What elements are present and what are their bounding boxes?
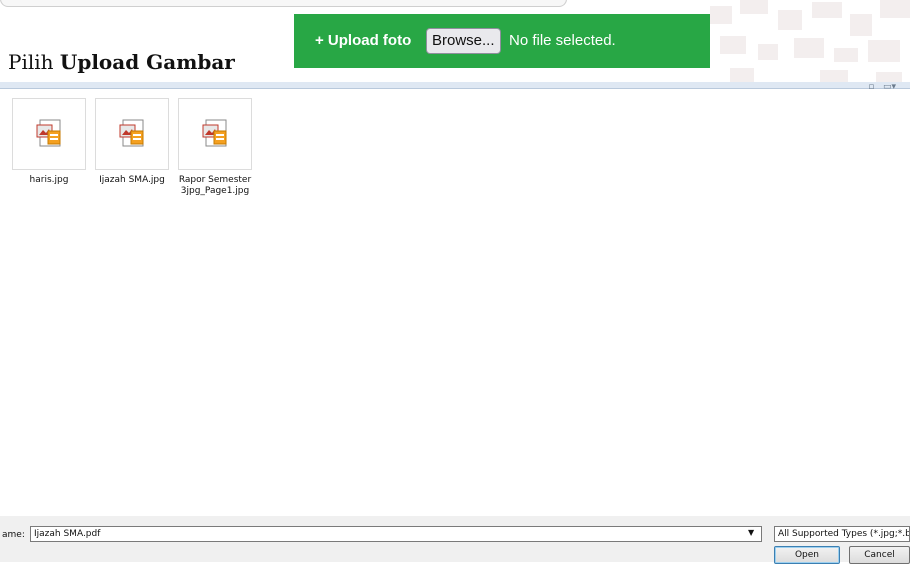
upload-photo-label: + Upload foto bbox=[315, 32, 412, 49]
file-type-select[interactable]: All Supported Types (*.jpg;*.bm bbox=[774, 526, 910, 542]
file-name-input[interactable]: Ijazah SMA.pdf bbox=[30, 526, 762, 542]
cancel-button[interactable]: Cancel bbox=[849, 546, 910, 564]
decorative-pattern bbox=[700, 0, 910, 90]
upload-bar: + Upload foto Browse... No file selected… bbox=[294, 14, 710, 68]
dialog-toolbar-edge bbox=[0, 82, 910, 89]
file-name-label: haris.jpg bbox=[29, 175, 69, 185]
file-thumbnail bbox=[95, 98, 169, 170]
caption-prefix: Pilih bbox=[8, 50, 60, 74]
file-status-text: No file selected. bbox=[509, 32, 616, 49]
file-thumbnail bbox=[178, 98, 252, 170]
file-name-label: Rapor Semester 3jpg_Page1.jpg bbox=[178, 175, 252, 196]
file-item[interactable]: Rapor Semester 3jpg_Page1.jpg bbox=[170, 98, 260, 196]
file-list-pane[interactable]: haris.jpg Ijazah SMA.jpg Rapor Semester … bbox=[0, 90, 910, 515]
chevron-down-icon[interactable]: ▼ bbox=[748, 528, 754, 537]
open-button[interactable]: Open bbox=[774, 546, 840, 564]
file-name-label: Ijazah SMA.jpg bbox=[99, 175, 165, 185]
image-file-icon bbox=[119, 119, 144, 147]
instruction-caption: Pilih Upload Gambar bbox=[8, 50, 235, 74]
image-file-icon bbox=[202, 119, 227, 147]
file-item[interactable]: Ijazah SMA.jpg bbox=[87, 98, 177, 186]
image-file-icon bbox=[36, 119, 61, 147]
browse-button[interactable]: Browse... bbox=[426, 28, 501, 54]
dialog-footer: ame: Ijazah SMA.pdf ▼ All Supported Type… bbox=[0, 516, 910, 564]
file-item[interactable]: haris.jpg bbox=[4, 98, 94, 186]
file-open-dialog: ▫ ▭▾ haris.jpg Ijazah SMA.jpg Rapor Seme… bbox=[0, 82, 910, 564]
file-name-label: ame: bbox=[2, 530, 25, 540]
caption-bold: Upload Gambar bbox=[59, 50, 235, 74]
input-field-remnant bbox=[0, 0, 567, 7]
file-thumbnail bbox=[12, 98, 86, 170]
